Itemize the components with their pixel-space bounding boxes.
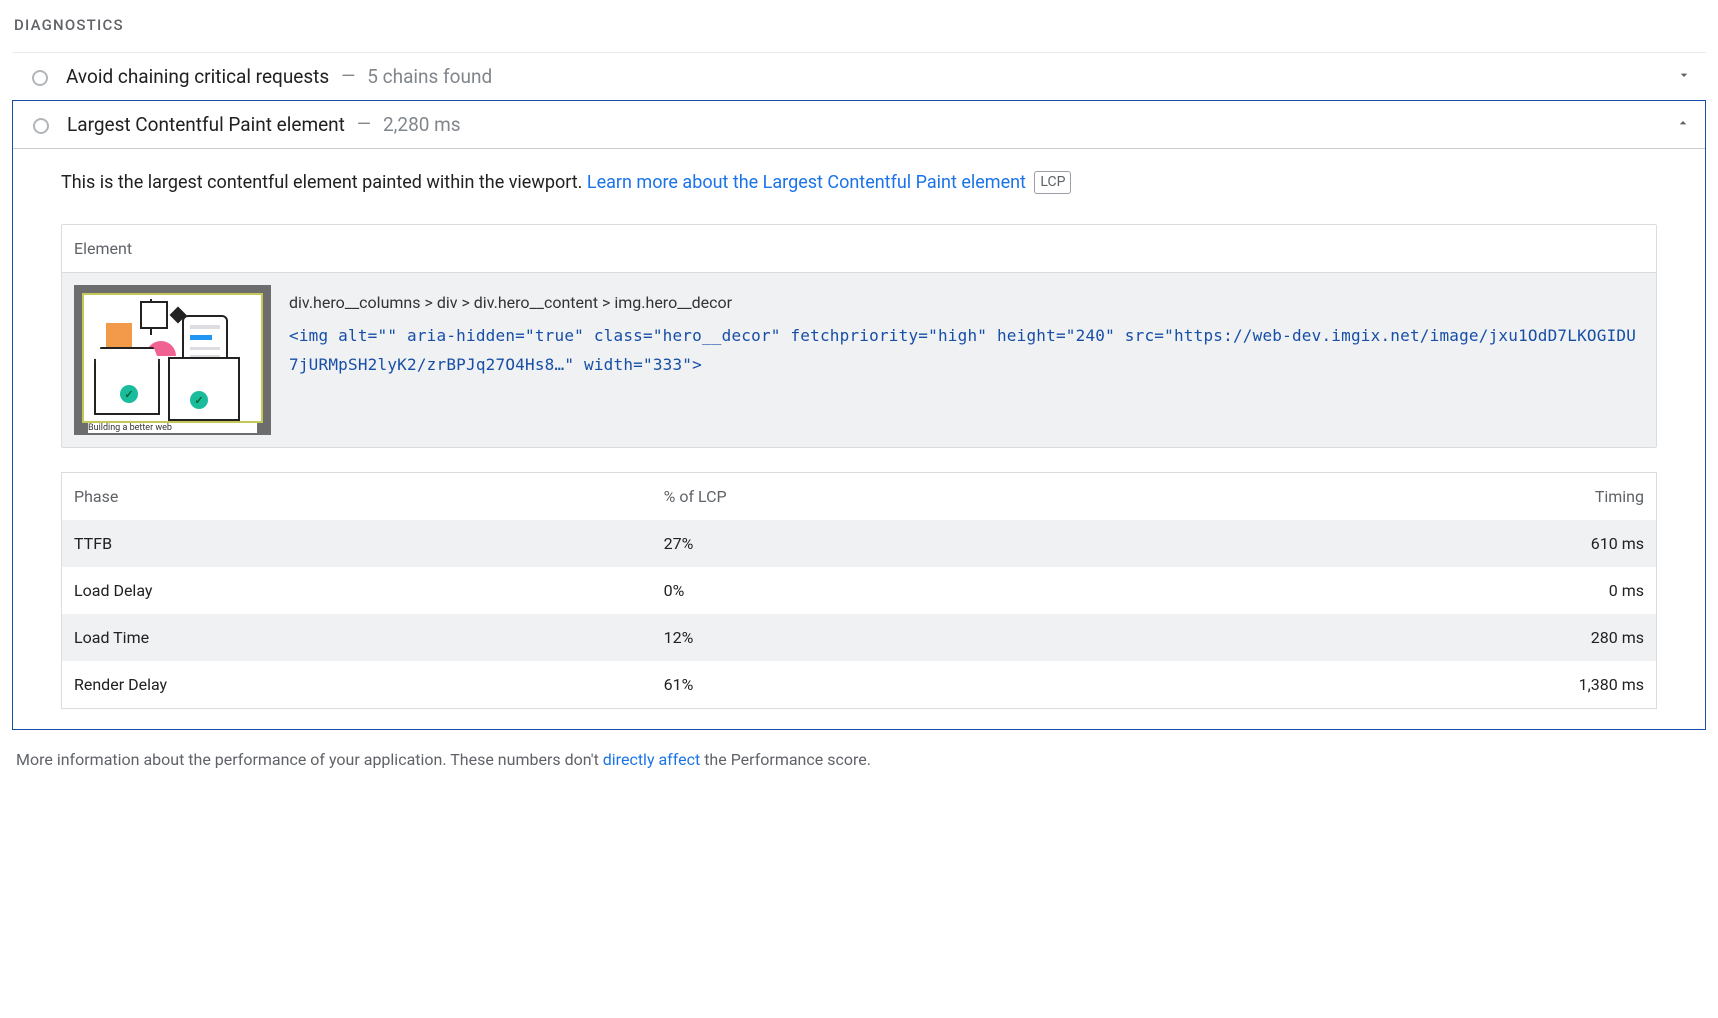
directly-affect-link[interactable]: directly affect [603,750,700,769]
learn-more-link[interactable]: Learn more about the Largest Contentful … [587,172,1026,193]
timing-cell: 610 ms [1337,520,1656,567]
table-row: Render Delay 61% 1,380 ms [62,661,1657,709]
phase-cell: TTFB [62,520,652,567]
element-table-header: Element [62,225,1656,273]
pct-cell: 0% [652,567,1338,614]
audit-meta: 2,280 ms [383,113,461,136]
em-dash-separator: — [341,66,355,87]
pct-cell: 27% [652,520,1338,567]
lcp-badge: LCP [1034,171,1071,194]
thumbnail-image [82,293,263,423]
audit-title: Largest Contentful Paint element [67,113,345,136]
chevron-up-icon[interactable] [1675,115,1691,135]
timing-cell: 1,380 ms [1337,661,1656,709]
phase-cell: Render Delay [62,661,652,709]
audit-title: Avoid chaining critical requests [66,65,329,88]
phase-cell: Load Delay [62,567,652,614]
description-text: This is the largest contentful element p… [61,172,587,193]
table-row: TTFB 27% 610 ms [62,520,1657,567]
diagnostics-footnote: More information about the performance o… [16,750,1706,769]
audit-label: Largest Contentful Paint element — 2,280… [67,113,1657,136]
hero-illustration-icon [84,295,261,421]
element-section: Element [61,224,1657,448]
audit-critical-chains: Avoid chaining critical requests — 5 cha… [12,52,1706,100]
timing-cell: 280 ms [1337,614,1656,661]
table-row: Load Time 12% 280 ms [62,614,1657,661]
phase-breakdown-table: Phase % of LCP Timing TTFB 27% 610 ms Lo… [61,472,1657,709]
footnote-pre: More information about the performance o… [16,750,603,769]
col-phase: Phase [62,473,652,521]
audit-body: This is the largest contentful element p… [13,149,1705,729]
html-snippet[interactable]: <img alt="" aria-hidden="true" class="he… [289,322,1644,380]
diagnostics-section-header: DIAGNOSTICS [14,16,1706,34]
col-timing: Timing [1337,473,1656,521]
em-dash-separator: — [357,114,371,135]
element-thumbnail[interactable]: Building a better web [74,285,271,435]
audit-toggle-row[interactable]: Largest Contentful Paint element — 2,280… [13,101,1705,149]
pct-cell: 12% [652,614,1338,661]
table-header-row: Phase % of LCP Timing [62,473,1657,521]
phase-cell: Load Time [62,614,652,661]
chevron-down-icon[interactable] [1676,67,1692,87]
element-paths: div.hero__columns > div > div.hero__cont… [289,285,1644,379]
dom-path[interactable]: div.hero__columns > div > div.hero__cont… [289,289,1644,318]
table-row: Load Delay 0% 0 ms [62,567,1657,614]
pct-cell: 61% [652,661,1338,709]
audit-description: This is the largest contentful element p… [61,169,1657,196]
col-pct: % of LCP [652,473,1338,521]
status-circle-icon [32,70,48,86]
element-table-body: Building a better web div.hero__columns … [62,273,1656,447]
thumbnail-caption: Building a better web [88,423,257,433]
status-circle-icon [33,118,49,134]
audit-lcp-element: Largest Contentful Paint element — 2,280… [12,100,1706,730]
audit-label: Avoid chaining critical requests — 5 cha… [66,65,1658,88]
timing-cell: 0 ms [1337,567,1656,614]
footnote-post: the Performance score. [700,750,871,769]
audit-meta: 5 chains found [367,65,492,88]
audit-toggle-row[interactable]: Avoid chaining critical requests — 5 cha… [12,53,1706,100]
